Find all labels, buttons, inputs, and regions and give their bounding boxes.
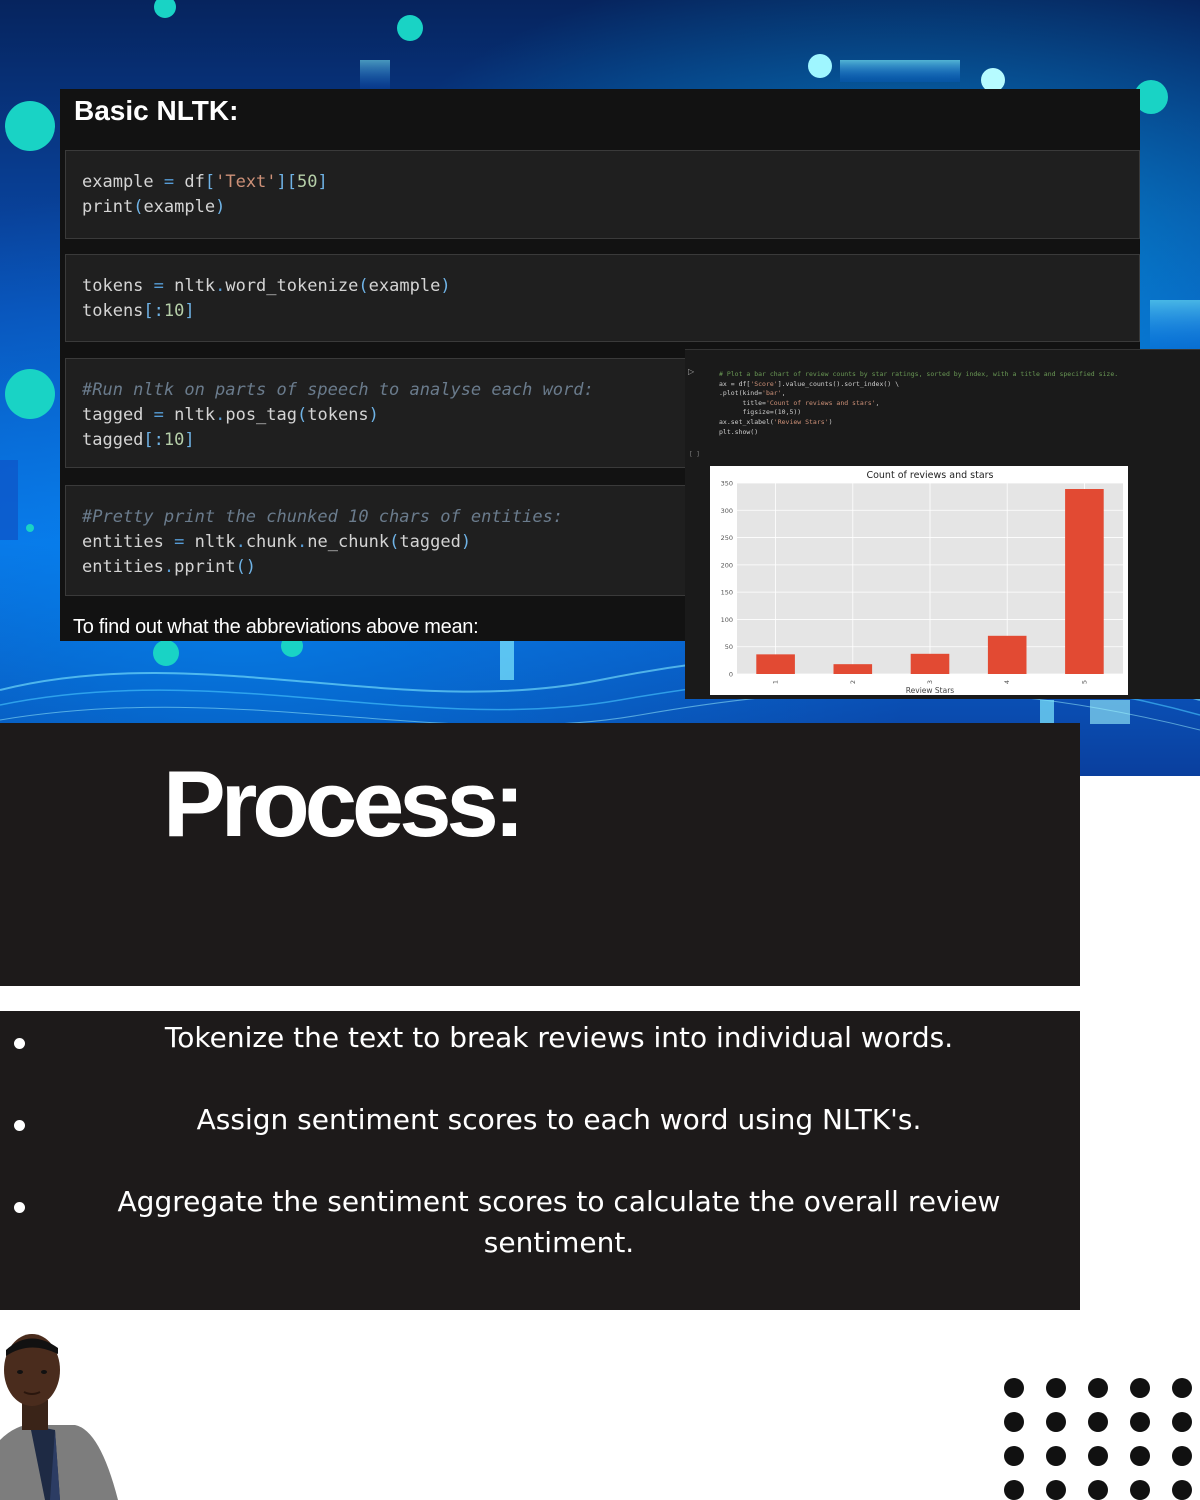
y-tick-label: 0 xyxy=(729,671,733,679)
dot-icon xyxy=(1088,1446,1108,1466)
dot-icon xyxy=(1046,1412,1066,1432)
dot-icon xyxy=(1172,1378,1192,1398)
bar-chart: Count of reviews and stars 0 50 100 150 200 25… xyxy=(710,466,1128,695)
dot-icon xyxy=(1172,1446,1192,1466)
notebook-heading: Basic NLTK: xyxy=(74,95,239,126)
dot-icon xyxy=(1088,1412,1108,1432)
play-icon[interactable]: ▷ xyxy=(688,367,694,376)
y-tick-label: 100 xyxy=(721,616,733,624)
x-tick-label: 2 xyxy=(849,680,857,684)
y-tick-label: 200 xyxy=(721,561,733,569)
y-tick-label: 300 xyxy=(721,507,733,515)
code-cell-2[interactable]: tokens = nltk.word_tokenize(example)toke… xyxy=(65,254,1140,342)
code-line: tokens[:10] xyxy=(82,301,195,321)
chart-code-line: ax.set_xlabel('Review Stars') xyxy=(719,417,833,426)
bar-2 xyxy=(833,664,873,674)
avatar xyxy=(0,1330,130,1500)
dot-icon xyxy=(1130,1378,1150,1398)
process-steps-list: Tokenize the text to break reviews into … xyxy=(0,1011,1080,1310)
dot-icon xyxy=(1130,1446,1150,1466)
code-cell-1[interactable]: example = df['Text'][50] print(example) xyxy=(65,150,1140,239)
x-tick-label: 4 xyxy=(1003,680,1011,684)
chart-code-line: .plot(kind='bar', xyxy=(719,389,786,398)
chart-title: Count of reviews and stars xyxy=(866,470,993,481)
dot-icon xyxy=(1130,1412,1150,1432)
y-tick-label: 350 xyxy=(721,480,733,488)
chart-code-line: title='Count of reviews and stars', xyxy=(719,398,880,407)
chart-code-line: # Plot a bar chart of review counts by s… xyxy=(719,370,1119,378)
x-axis-label: Review Stars xyxy=(906,686,955,695)
bullet-icon xyxy=(14,1120,25,1131)
process-section: Process: xyxy=(0,723,1080,986)
dot-icon xyxy=(1172,1412,1192,1432)
dot-icon xyxy=(1004,1378,1024,1398)
dot-icon xyxy=(1172,1480,1192,1500)
y-tick-label: 50 xyxy=(725,643,733,651)
x-tick-label: 1 xyxy=(772,680,780,684)
dot-icon xyxy=(1004,1446,1024,1466)
dot-icon xyxy=(1088,1378,1108,1398)
decorative-dots-grid xyxy=(1004,1378,1200,1500)
output-cell-marker: [ ] xyxy=(689,451,700,458)
code-line: tokens = nltk.word_tokenize(example) xyxy=(82,276,451,296)
chart-notebook-screenshot: ▷ # Plot a bar chart of review counts by… xyxy=(685,349,1200,699)
bar-chart-svg: Count of reviews and stars05010015020025… xyxy=(721,470,1123,695)
person-portrait-icon xyxy=(0,1334,118,1500)
step-text: Aggregate the sentiment scores to calcul… xyxy=(117,1185,1001,1259)
bar-5 xyxy=(1065,489,1104,674)
dot-icon xyxy=(1046,1480,1066,1500)
chart-code-line: ax = df['Score'].value_counts().sort_ind… xyxy=(719,379,900,388)
code-line: example = df['Text'][50] xyxy=(82,172,328,192)
bullet-icon xyxy=(14,1202,25,1213)
x-tick-label: 5 xyxy=(1080,680,1088,684)
step-text: Assign sentiment scores to each word usi… xyxy=(196,1103,922,1136)
bar-3 xyxy=(910,653,950,674)
bullet-icon xyxy=(14,1038,25,1049)
bar-1 xyxy=(756,654,795,674)
chart-code-line: figsize=(10,5)) xyxy=(719,408,802,417)
bar-4 xyxy=(987,635,1027,674)
process-title: Process: xyxy=(163,751,525,856)
step-text: Tokenize the text to break reviews into … xyxy=(164,1021,954,1054)
y-tick-label: 250 xyxy=(721,534,733,542)
code-line: print(example) xyxy=(82,197,226,217)
chart-code-line: plt.show() xyxy=(719,427,759,436)
y-tick-label: 150 xyxy=(721,589,733,597)
x-tick-label: 3 xyxy=(926,680,934,684)
dot-icon xyxy=(1004,1412,1024,1432)
dot-icon xyxy=(1046,1446,1066,1466)
dot-icon xyxy=(1088,1480,1108,1500)
dot-icon xyxy=(1004,1480,1024,1500)
abbreviations-caption: To find out what the abbreviations above… xyxy=(73,616,479,638)
chart-code-cell[interactable]: # Plot a bar chart of review counts by s… xyxy=(719,370,1118,437)
dot-icon xyxy=(1046,1378,1066,1398)
dot-icon xyxy=(1130,1480,1150,1500)
